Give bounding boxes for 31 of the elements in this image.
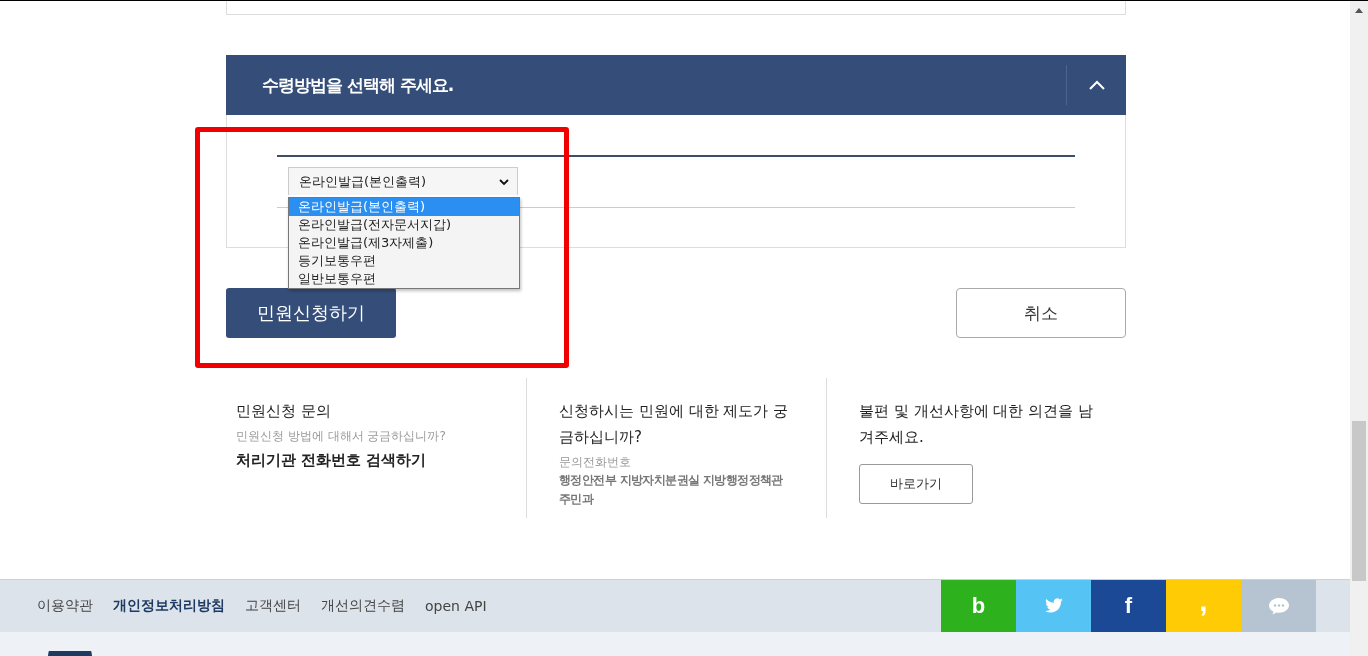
info-subtitle: 문의전화번호 bbox=[559, 454, 632, 471]
info-title: 신청하시는 민원에 대한 제도가 궁금하십니까? bbox=[559, 401, 790, 448]
share-button[interactable] bbox=[1241, 580, 1316, 632]
contact-text: 행정안전부 지방자치분권실 지방행정정책관 주민과 bbox=[559, 472, 784, 508]
bird-icon bbox=[1043, 598, 1064, 614]
scrollbar-thumb[interactable] bbox=[1352, 421, 1366, 581]
share-button[interactable] bbox=[1016, 580, 1091, 632]
footer-link[interactable]: open API bbox=[425, 598, 487, 614]
caret-icon bbox=[499, 178, 509, 185]
footer-link[interactable]: 이용약관 bbox=[37, 597, 93, 615]
chat-bubble-icon bbox=[1267, 597, 1290, 615]
footer-link[interactable]: 개인정보처리방침 bbox=[113, 597, 225, 615]
chevron-icon[interactable] bbox=[1088, 80, 1105, 90]
share-button[interactable]: f bbox=[1091, 580, 1166, 632]
submit-button[interactable]: 민원신청하기 bbox=[226, 288, 396, 338]
dropdown-option[interactable]: 온라인발급(제3자제출) bbox=[289, 234, 519, 252]
info-title: 불편 및 개선사항에 대한 의견을 남겨주세요. bbox=[859, 401, 1094, 448]
method-select[interactable]: 온라인발급(본인출력) bbox=[288, 167, 518, 195]
info-subtitle: 민원신청 방법에 대해서 궁금하십니까? bbox=[236, 428, 447, 445]
footer-link[interactable]: 개선의견수렴 bbox=[321, 597, 405, 615]
dropdown-option[interactable]: 등기보통우편 bbox=[289, 252, 519, 270]
info-title: 민원신청 문의 bbox=[236, 401, 332, 422]
shortcut-button[interactable]: 바로가기 bbox=[859, 464, 973, 504]
logo-icon bbox=[48, 651, 92, 656]
footer-link[interactable]: 고객센터 bbox=[245, 597, 301, 615]
phone-search-link[interactable]: 처리기관 전화번호 검색하기 bbox=[236, 451, 494, 470]
section-title: 수령방법을 선택해 주세요. bbox=[262, 73, 454, 97]
scroll-up-icon[interactable] bbox=[1355, 8, 1363, 13]
cancel-button[interactable]: 취소 bbox=[956, 288, 1126, 338]
dropdown-option[interactable]: 일반보통우편 bbox=[289, 270, 519, 288]
dropdown-option[interactable]: 온라인발급(전자문서지갑) bbox=[289, 216, 519, 234]
